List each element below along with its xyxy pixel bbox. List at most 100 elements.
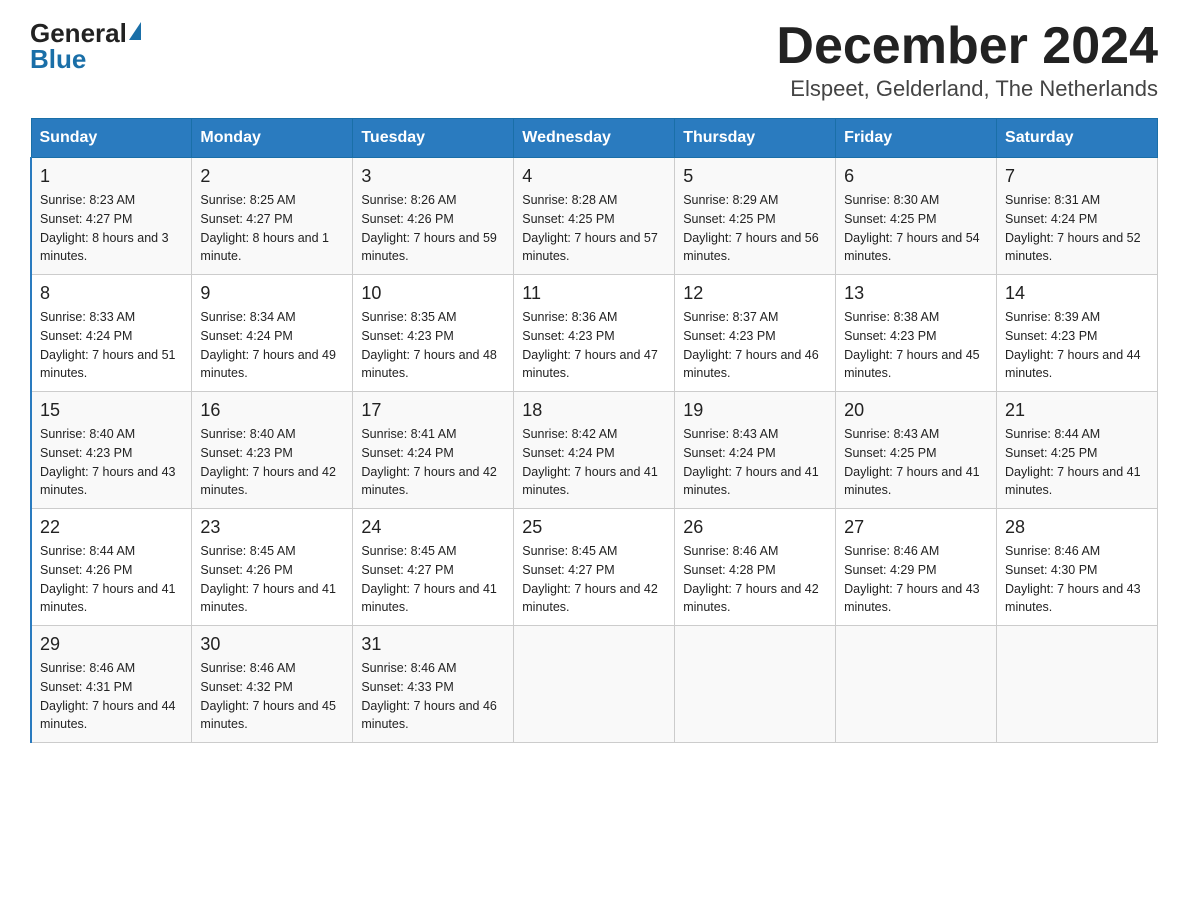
day-number: 10: [361, 283, 505, 304]
calendar-header-sunday: Sunday: [31, 119, 192, 158]
day-info: Sunrise: 8:45 AMSunset: 4:27 PMDaylight:…: [361, 542, 505, 617]
calendar-cell: 14Sunrise: 8:39 AMSunset: 4:23 PMDayligh…: [997, 275, 1158, 392]
calendar-cell: 15 Sunrise: 8:40 AMSunset: 4:23 PMDayligh…: [31, 392, 192, 509]
day-info: Sunrise: 8:35 AMSunset: 4:23 PMDaylight:…: [361, 308, 505, 383]
calendar-week-row: 22Sunrise: 8:44 AMSunset: 4:26 PMDayligh…: [31, 509, 1158, 626]
calendar-cell: 23 Sunrise: 8:45 AMSunset: 4:26 PMDayligh…: [192, 509, 353, 626]
calendar-cell: 26 Sunrise: 8:46 AMSunset: 4:28 PMDayligh…: [675, 509, 836, 626]
location-title: Elspeet, Gelderland, The Netherlands: [776, 76, 1158, 102]
day-info: Sunrise: 8:23 AMSunset: 4:27 PMDaylight:…: [40, 191, 183, 266]
calendar-cell: 5Sunrise: 8:29 AMSunset: 4:25 PMDaylight…: [675, 158, 836, 275]
calendar-cell: 18 Sunrise: 8:42 AMSunset: 4:24 PMDayligh…: [514, 392, 675, 509]
calendar-cell: 29Sunrise: 8:46 AMSunset: 4:31 PMDayligh…: [31, 626, 192, 743]
calendar-week-row: 29Sunrise: 8:46 AMSunset: 4:31 PMDayligh…: [31, 626, 1158, 743]
logo-triangle-icon: [129, 22, 141, 40]
day-info: Sunrise: 8:30 AMSunset: 4:25 PMDaylight:…: [844, 191, 988, 266]
day-number: 7: [1005, 166, 1149, 187]
day-info: Sunrise: 8:46 AMSunset: 4:32 PMDaylight:…: [200, 659, 344, 734]
day-info: Sunrise: 8:33 AMSunset: 4:24 PMDaylight:…: [40, 308, 183, 383]
day-info: Sunrise: 8:29 AMSunset: 4:25 PMDaylight:…: [683, 191, 827, 266]
logo-blue-label: Blue: [30, 44, 86, 74]
calendar-cell: 11 Sunrise: 8:36 AMSunset: 4:23 PMDayligh…: [514, 275, 675, 392]
calendar-cell: 12 Sunrise: 8:37 AMSunset: 4:23 PMDayligh…: [675, 275, 836, 392]
day-number: 17: [361, 400, 505, 421]
logo: General Blue: [30, 20, 141, 72]
day-info: Sunrise: 8:40 AMSunset: 4:23 PMDaylight:…: [40, 425, 183, 500]
day-info: Sunrise: 8:41 AMSunset: 4:24 PMDaylight:…: [361, 425, 505, 500]
day-number: 11: [522, 283, 666, 304]
day-info: Sunrise: 8:45 AMSunset: 4:26 PMDaylight:…: [200, 542, 344, 617]
calendar-cell: [997, 626, 1158, 743]
day-number: 13: [844, 283, 988, 304]
day-number: 1: [40, 166, 183, 187]
day-number: 26: [683, 517, 827, 538]
month-title: December 2024: [776, 20, 1158, 72]
day-number: 28: [1005, 517, 1149, 538]
calendar-cell: 6 Sunrise: 8:30 AMSunset: 4:25 PMDaylight…: [836, 158, 997, 275]
day-number: 9: [200, 283, 344, 304]
calendar-cell: 21Sunrise: 8:44 AMSunset: 4:25 PMDayligh…: [997, 392, 1158, 509]
calendar-cell: 9 Sunrise: 8:34 AMSunset: 4:24 PMDaylight…: [192, 275, 353, 392]
logo-general-label: General: [30, 20, 127, 46]
calendar-cell: 24Sunrise: 8:45 AMSunset: 4:27 PMDayligh…: [353, 509, 514, 626]
day-info: Sunrise: 8:40 AMSunset: 4:23 PMDaylight:…: [200, 425, 344, 500]
day-number: 8: [40, 283, 183, 304]
day-info: Sunrise: 8:38 AMSunset: 4:23 PMDaylight:…: [844, 308, 988, 383]
day-number: 18: [522, 400, 666, 421]
day-info: Sunrise: 8:42 AMSunset: 4:24 PMDaylight:…: [522, 425, 666, 500]
calendar-header-wednesday: Wednesday: [514, 119, 675, 158]
day-info: Sunrise: 8:37 AMSunset: 4:23 PMDaylight:…: [683, 308, 827, 383]
calendar-cell: [514, 626, 675, 743]
calendar-header-tuesday: Tuesday: [353, 119, 514, 158]
calendar-cell: 1 Sunrise: 8:23 AMSunset: 4:27 PMDaylight…: [31, 158, 192, 275]
day-number: 16: [200, 400, 344, 421]
calendar-header-monday: Monday: [192, 119, 353, 158]
calendar-cell: 7 Sunrise: 8:31 AMSunset: 4:24 PMDaylight…: [997, 158, 1158, 275]
calendar-cell: 2Sunrise: 8:25 AMSunset: 4:27 PMDaylight…: [192, 158, 353, 275]
logo-general-text: General: [30, 20, 141, 46]
calendar-header-row: SundayMondayTuesdayWednesdayThursdayFrid…: [31, 119, 1158, 158]
day-number: 23: [200, 517, 344, 538]
calendar-cell: 31Sunrise: 8:46 AMSunset: 4:33 PMDayligh…: [353, 626, 514, 743]
calendar-header-friday: Friday: [836, 119, 997, 158]
calendar-header-thursday: Thursday: [675, 119, 836, 158]
calendar-cell: [836, 626, 997, 743]
day-info: Sunrise: 8:43 AMSunset: 4:25 PMDaylight:…: [844, 425, 988, 500]
calendar-cell: 30 Sunrise: 8:46 AMSunset: 4:32 PMDayligh…: [192, 626, 353, 743]
calendar-cell: 28 Sunrise: 8:46 AMSunset: 4:30 PMDayligh…: [997, 509, 1158, 626]
logo-blue-text: Blue: [30, 46, 86, 72]
calendar-week-row: 1 Sunrise: 8:23 AMSunset: 4:27 PMDaylight…: [31, 158, 1158, 275]
day-number: 30: [200, 634, 344, 655]
calendar-cell: 25Sunrise: 8:45 AMSunset: 4:27 PMDayligh…: [514, 509, 675, 626]
day-info: Sunrise: 8:46 AMSunset: 4:31 PMDaylight:…: [40, 659, 183, 734]
day-number: 15: [40, 400, 183, 421]
calendar-header-saturday: Saturday: [997, 119, 1158, 158]
calendar-cell: 16 Sunrise: 8:40 AMSunset: 4:23 PMDayligh…: [192, 392, 353, 509]
calendar-week-row: 8 Sunrise: 8:33 AMSunset: 4:24 PMDaylight…: [31, 275, 1158, 392]
day-info: Sunrise: 8:46 AMSunset: 4:28 PMDaylight:…: [683, 542, 827, 617]
calendar-cell: 27Sunrise: 8:46 AMSunset: 4:29 PMDayligh…: [836, 509, 997, 626]
day-info: Sunrise: 8:26 AMSunset: 4:26 PMDaylight:…: [361, 191, 505, 266]
calendar-cell: 13 Sunrise: 8:38 AMSunset: 4:23 PMDayligh…: [836, 275, 997, 392]
day-number: 22: [40, 517, 183, 538]
day-number: 6: [844, 166, 988, 187]
day-info: Sunrise: 8:34 AMSunset: 4:24 PMDaylight:…: [200, 308, 344, 383]
day-number: 12: [683, 283, 827, 304]
calendar-cell: 17 Sunrise: 8:41 AMSunset: 4:24 PMDayligh…: [353, 392, 514, 509]
calendar-cell: 4Sunrise: 8:28 AMSunset: 4:25 PMDaylight…: [514, 158, 675, 275]
calendar-table: SundayMondayTuesdayWednesdayThursdayFrid…: [30, 118, 1158, 743]
calendar-cell: 22Sunrise: 8:44 AMSunset: 4:26 PMDayligh…: [31, 509, 192, 626]
day-number: 21: [1005, 400, 1149, 421]
calendar-cell: 10 Sunrise: 8:35 AMSunset: 4:23 PMDayligh…: [353, 275, 514, 392]
calendar-cell: 3 Sunrise: 8:26 AMSunset: 4:26 PMDaylight…: [353, 158, 514, 275]
day-number: 2: [200, 166, 344, 187]
day-info: Sunrise: 8:31 AMSunset: 4:24 PMDaylight:…: [1005, 191, 1149, 266]
day-info: Sunrise: 8:46 AMSunset: 4:30 PMDaylight:…: [1005, 542, 1149, 617]
day-info: Sunrise: 8:36 AMSunset: 4:23 PMDaylight:…: [522, 308, 666, 383]
day-number: 25: [522, 517, 666, 538]
calendar-cell: 20Sunrise: 8:43 AMSunset: 4:25 PMDayligh…: [836, 392, 997, 509]
day-number: 31: [361, 634, 505, 655]
day-number: 14: [1005, 283, 1149, 304]
calendar-cell: 19Sunrise: 8:43 AMSunset: 4:24 PMDayligh…: [675, 392, 836, 509]
day-number: 3: [361, 166, 505, 187]
